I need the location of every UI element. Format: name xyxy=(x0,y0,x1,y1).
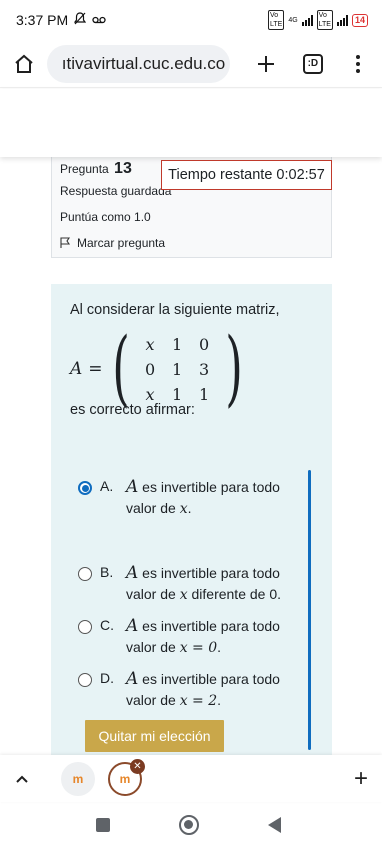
matrix-cell: 1 xyxy=(198,384,210,404)
volte-icon: Vo LTE xyxy=(267,10,285,30)
option-b[interactable]: B. A es invertible para todo valor de x d… xyxy=(70,563,294,606)
matrix-cell: x xyxy=(145,334,155,354)
option-b-radio[interactable] xyxy=(78,567,92,581)
clear-choice-button[interactable]: Quitar mi elección xyxy=(85,720,224,752)
tab-strip: m m ✕ + xyxy=(0,755,382,802)
new-tab-plus-icon[interactable]: + xyxy=(354,765,368,793)
option-d[interactable]: D. A es invertible para todo valor de x =… xyxy=(70,669,294,712)
signal-icon-2 xyxy=(336,14,348,26)
right-paren: ) xyxy=(224,321,243,416)
matrix-grid: x 1 0 0 1 3 x 1 1 xyxy=(137,332,218,407)
tab-moodle[interactable]: m xyxy=(61,761,95,796)
moodle-favicon-icon: m xyxy=(119,771,131,786)
browser-menu-button[interactable] xyxy=(343,49,372,79)
new-tab-button[interactable] xyxy=(252,49,281,79)
option-text: A es invertible para todo valor de x. xyxy=(126,477,280,517)
more-vert-icon xyxy=(355,54,360,73)
browser-toolbar: ıtivavirtual.cuc.edu.co :D xyxy=(0,40,382,88)
equals-sign: = xyxy=(88,359,103,379)
close-tab-icon[interactable]: ✕ xyxy=(130,758,145,774)
question-prompt: es correcto afirmar: xyxy=(70,402,195,418)
option-letter: D. xyxy=(100,670,114,686)
mute-icon xyxy=(73,12,87,28)
option-letter: A. xyxy=(100,478,114,494)
home-button[interactable] xyxy=(10,49,39,79)
option-c-radio[interactable] xyxy=(78,620,92,634)
battery-icon: 14 xyxy=(351,13,368,27)
matrix-cell: 0 xyxy=(144,359,156,379)
moodle-favicon-icon: m xyxy=(72,771,84,786)
home-icon xyxy=(15,54,34,73)
matrix-equation: A = ( x 1 0 0 1 3 x 1 1 ) xyxy=(70,328,250,410)
matrix-cell: 1 xyxy=(171,334,183,354)
home-nav-icon[interactable] xyxy=(179,815,199,835)
plus-icon xyxy=(258,55,275,72)
flag-icon xyxy=(60,237,71,248)
option-a[interactable]: A. A es invertible para todo valor de x. xyxy=(70,477,294,520)
option-letter: C. xyxy=(100,617,114,633)
battery-level: 14 xyxy=(354,15,365,25)
question-grade: Puntúa como 1.0 xyxy=(60,210,151,224)
voicemail-icon xyxy=(92,13,106,27)
system-nav-bar xyxy=(0,802,382,848)
matrix-cell: 1 xyxy=(171,359,183,379)
matrix-cell: 0 xyxy=(198,334,210,354)
option-d-radio[interactable] xyxy=(78,673,92,687)
chevron-up-icon[interactable] xyxy=(16,770,28,788)
signal-icon xyxy=(301,14,313,26)
flag-question-link[interactable]: Marcar pregunta xyxy=(60,236,323,250)
status-time: 3:37 PM xyxy=(16,12,69,28)
tab-switcher-button[interactable]: :D xyxy=(299,49,328,79)
matrix-name: A xyxy=(70,359,83,379)
status-bar: 3:37 PM Vo LTE 4G Vo LTE 14 xyxy=(0,0,382,40)
option-letter: B. xyxy=(100,564,114,580)
recents-icon[interactable] xyxy=(96,818,110,832)
network-label: 4G xyxy=(288,16,298,24)
option-text: A es invertible para todo valor de x = 2. xyxy=(126,669,280,709)
question-formulation: Al considerar la siguiente matriz, A = (… xyxy=(51,284,332,759)
back-icon[interactable] xyxy=(268,817,281,833)
question-label: Pregunta xyxy=(60,162,109,176)
question-number-value: 13 xyxy=(114,160,132,177)
scroll-indicator[interactable] xyxy=(308,470,311,750)
option-text: A es invertible para todo valor de x dife… xyxy=(126,563,282,603)
left-paren: ( xyxy=(111,321,130,416)
address-bar[interactable]: ıtivavirtual.cuc.edu.co xyxy=(46,44,230,83)
volte-icon-2: Vo LTE xyxy=(316,10,333,30)
time-remaining: Tiempo restante 0:02:57 xyxy=(161,160,332,190)
option-c[interactable]: C. A es invertible para todo valor de x =… xyxy=(70,616,294,659)
tab-switcher-icon: :D xyxy=(302,53,323,74)
option-a-radio[interactable] xyxy=(78,481,92,495)
url-text: ıtivavirtual.cuc.edu.co xyxy=(61,53,226,73)
tab-moodle-active[interactable]: m ✕ xyxy=(108,758,145,796)
matrix-cell: x xyxy=(145,384,155,404)
page-header xyxy=(0,89,382,157)
matrix-cell: 3 xyxy=(198,359,210,379)
flag-question-label: Marcar pregunta xyxy=(77,236,166,250)
option-text: A es invertible para todo valor de x = 0. xyxy=(126,616,280,656)
matrix-cell: 1 xyxy=(171,384,183,404)
question-intro: Al considerar la siguiente matriz, xyxy=(70,302,280,318)
